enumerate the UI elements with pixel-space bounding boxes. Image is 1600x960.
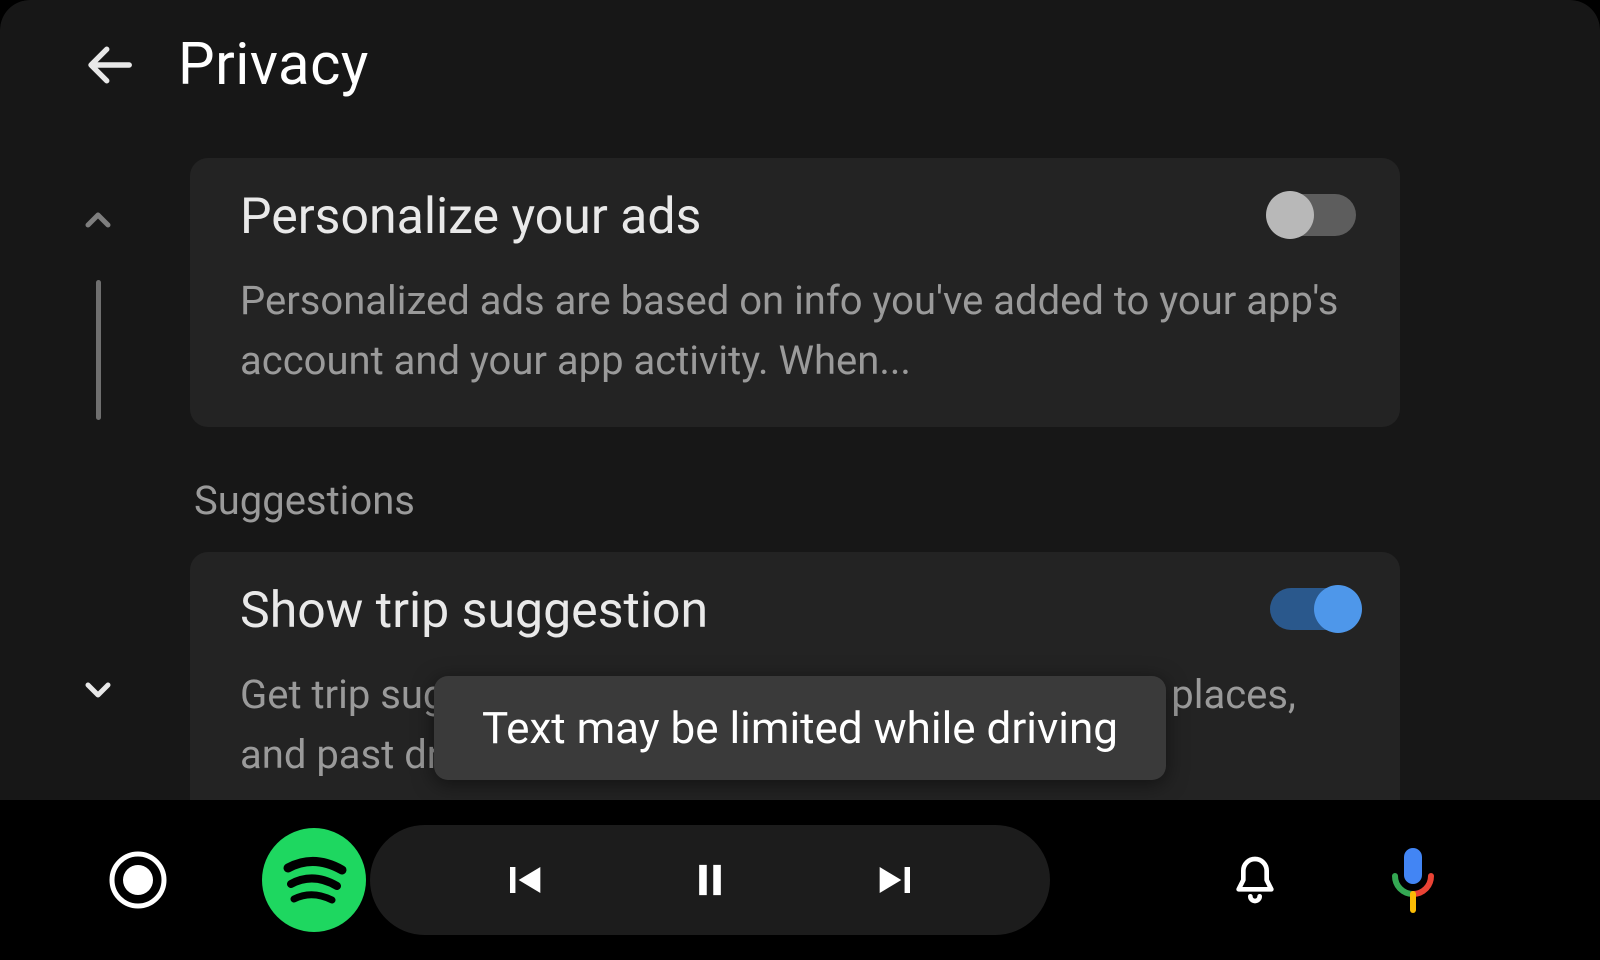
personalize-ads-toggle[interactable] (1270, 194, 1356, 236)
play-pause-button[interactable] (680, 850, 740, 910)
section-label-suggestions: Suggestions (194, 477, 1400, 524)
scroll-indicator (78, 200, 118, 710)
launcher-button[interactable] (108, 850, 168, 910)
scroll-down-button[interactable] (78, 670, 118, 710)
mic-icon (1386, 844, 1440, 916)
chevron-up-icon (78, 200, 118, 240)
pause-icon (684, 854, 736, 906)
skip-next-icon (871, 854, 923, 906)
chevron-down-icon (78, 670, 118, 710)
previous-track-button[interactable] (493, 850, 553, 910)
device-frame: Privacy Personalize your ads Personalize… (0, 0, 1600, 960)
scroll-track (96, 280, 101, 420)
notifications-button[interactable] (1225, 850, 1285, 910)
bell-icon (1227, 852, 1283, 908)
voice-assistant-button[interactable] (1386, 844, 1440, 916)
page-title: Privacy (178, 31, 369, 99)
setting-personalize-ads[interactable]: Personalize your ads Personalized ads ar… (190, 158, 1400, 427)
media-controls (370, 825, 1050, 935)
toggle-knob (1266, 191, 1314, 239)
spotify-app-button[interactable] (262, 828, 366, 932)
system-bar (0, 800, 1600, 960)
settings-screen: Privacy Personalize your ads Personalize… (0, 0, 1600, 800)
driving-limitation-toast: Text may be limited while driving (434, 676, 1166, 780)
toggle-knob (1314, 585, 1362, 633)
header: Privacy (0, 0, 1600, 130)
setting-subtitle: Personalized ads are based on info you'v… (240, 271, 1350, 391)
back-button[interactable] (80, 36, 138, 94)
spotify-icon (264, 830, 364, 930)
setting-title: Show trip suggestion (240, 584, 1350, 639)
scroll-up-button[interactable] (78, 200, 118, 240)
circle-dot-icon (108, 850, 168, 910)
skip-previous-icon (497, 854, 549, 906)
setting-title: Personalize your ads (240, 190, 1350, 245)
trip-suggestion-toggle[interactable] (1270, 588, 1356, 630)
arrow-left-icon (82, 38, 136, 92)
next-track-button[interactable] (867, 850, 927, 910)
